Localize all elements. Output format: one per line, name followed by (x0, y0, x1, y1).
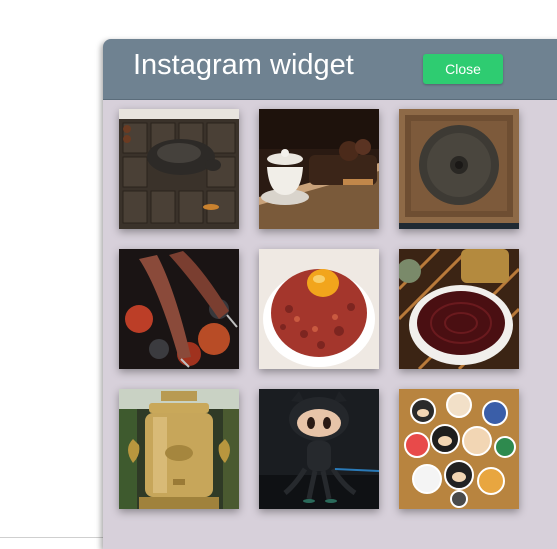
octocat-figurine-photo (259, 389, 379, 509)
stone-turtle-photo (119, 109, 239, 229)
instagram-widget-panel: Instagram widget Close (103, 39, 557, 549)
photo-tile-octocat-figurine[interactable] (259, 389, 379, 509)
widget-title: Instagram widget (133, 49, 354, 81)
photo-tile-samovar[interactable] (119, 389, 239, 509)
tartare-photo (259, 249, 379, 369)
close-button[interactable]: Close (423, 54, 503, 84)
photo-tile-red-tea[interactable] (399, 249, 519, 369)
red-tea-photo (399, 249, 519, 369)
photo-tile-stickers[interactable] (399, 389, 519, 509)
skewers-photo (119, 249, 239, 369)
widget-header: Instagram widget Close (103, 39, 557, 100)
gaiwan-photo (259, 109, 379, 229)
samovar-photo (119, 389, 239, 509)
photo-tile-skewers[interactable] (119, 249, 239, 369)
photo-tile-gaiwan[interactable] (259, 109, 379, 229)
tea-cake-photo (399, 109, 519, 229)
octocat-stickers-photo (399, 389, 519, 509)
photo-tile-tartare[interactable] (259, 249, 379, 369)
photo-tile-tea-cake[interactable] (399, 109, 519, 229)
photo-tile-stone-turtle[interactable] (119, 109, 239, 229)
photo-grid (119, 109, 519, 509)
